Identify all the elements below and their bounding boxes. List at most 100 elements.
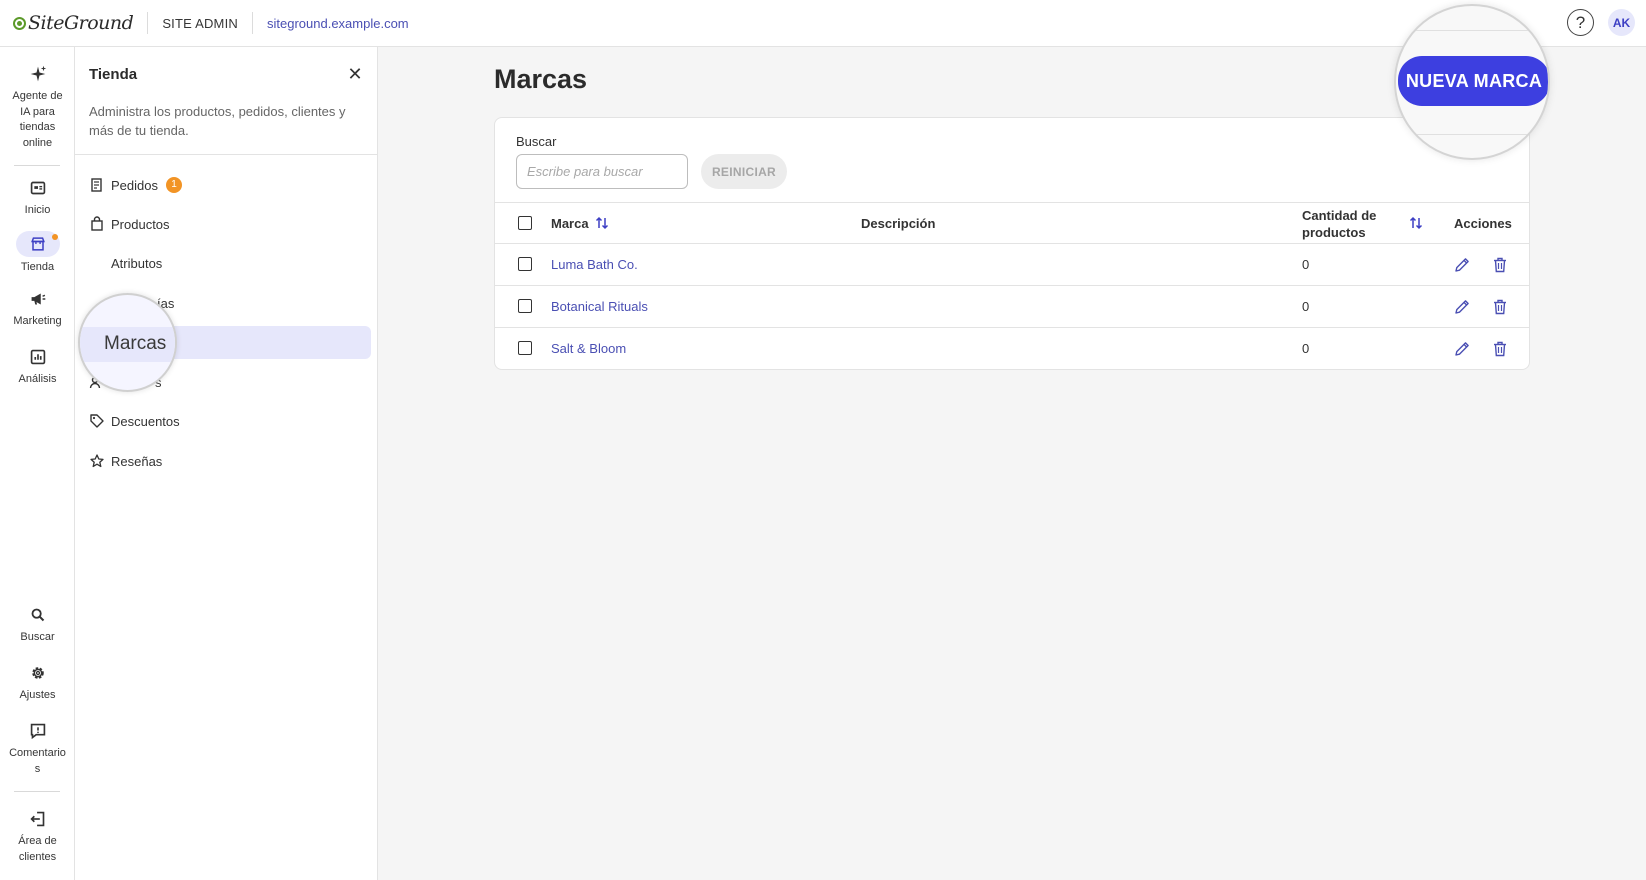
delete-trash-icon[interactable] [1491,340,1509,358]
menu-item-productos[interactable]: Productos [89,208,170,240]
select-all-checkbox[interactable] [518,216,532,230]
rail-item-label: Comentarios [9,747,66,775]
star-icon [90,454,104,468]
rail-item-label: Análisis [18,373,57,385]
comment-icon [30,723,45,740]
rail-divider [14,791,60,792]
brand-link[interactable]: Salt & Bloom [551,341,626,356]
panel-description: Administra los productos, pedidos, clien… [89,104,346,138]
magnifier-guide-line [1396,134,1548,135]
brands-card: Buscar REINICIAR Marca Descripción Canti… [494,117,1530,370]
table-row: Botanical Rituals 0 [495,286,1529,328]
header-divider [147,12,149,34]
logo-text: SiteGround [28,12,134,34]
rail-item-ajustes[interactable]: Ajustes [0,662,75,704]
rail-item-analisis[interactable]: Análisis [0,346,75,388]
rail-item-label: Ajustes [19,689,56,701]
rail-item-label: Buscar [20,631,55,643]
gear-icon [31,667,44,679]
receipt-icon [91,178,102,192]
site-url-link[interactable]: siteground.example.com [267,16,409,31]
search-icon [31,608,44,622]
menu-item-label: Descuentos [111,413,180,429]
orders-count-badge: 1 [165,177,182,193]
magnifier-marcas: Marcas [78,293,177,392]
rail-item-label: Área de clientes [18,835,57,863]
rail-item-buscar[interactable]: Buscar [0,604,75,646]
rail-item-marketing[interactable]: Marketing [0,288,75,330]
edit-pencil-icon[interactable] [1453,340,1471,358]
sparkle-icon [30,65,46,82]
product-count: 0 [1302,341,1310,356]
menu-item-label: Atributos [111,255,163,271]
panel-divider [75,154,378,155]
product-count: 0 [1302,299,1310,314]
tag-icon [90,414,104,428]
column-header-cantidad-line2: productos [1302,225,1366,240]
search-input[interactable] [516,154,688,189]
reset-button[interactable]: REINICIAR [701,154,787,189]
brand-link[interactable]: Botanical Rituals [551,299,648,314]
row-checkbox[interactable] [518,257,532,271]
store-panel: Tienda ✕ Administra los productos, pedid… [75,47,378,880]
siteground-logo[interactable]: SiteGround [13,12,134,34]
edit-pencil-icon[interactable] [1453,298,1471,316]
table-row: Luma Bath Co. 0 [495,244,1529,286]
top-header: SiteGround SITE ADMIN siteground.example… [0,0,1646,47]
menu-item-descuentos[interactable]: Descuentos [89,405,180,437]
search-label: Buscar [516,134,557,149]
row-checkbox[interactable] [518,299,532,313]
rail-item-label: Inicio [24,204,51,216]
rail-item-area-clientes[interactable]: Área de clientes [0,808,75,865]
rail-item-label: Marketing [13,315,62,327]
menu-item-label: Reseñas [111,453,163,469]
rail-item-tienda[interactable]: Tienda [0,231,75,276]
menu-item-label: Productos [111,216,170,232]
table-header: Marca Descripción Cantidad de productos … [495,202,1529,244]
rail-divider [14,165,60,166]
column-header-acciones: Acciones [1454,216,1512,231]
logo-mark-icon [13,16,26,30]
product-count: 0 [1302,257,1310,272]
panel-title: Tienda [89,66,138,83]
page-title: Marcas [494,64,588,94]
header-divider [252,12,253,34]
column-header-descripcion: Descripción [861,216,936,231]
column-header-marca[interactable]: Marca [551,216,589,231]
chart-icon [30,349,45,365]
new-brand-button[interactable]: NUEVA MARCA [1398,56,1548,106]
rail-item-inicio[interactable]: Inicio [0,177,75,219]
column-header-cantidad-line1: Cantidad de [1302,208,1377,223]
magnifier-guide-line [1396,30,1548,31]
menu-item-label: Pedidos [111,177,158,193]
edit-pencil-icon[interactable] [1453,256,1471,274]
rail-item-comentarios[interactable]: Comentarios [0,720,75,777]
rail-item-label: Agente de IA para tiendas online [12,90,63,149]
sort-icon[interactable] [1409,215,1423,231]
logout-icon [29,811,44,827]
brand-link[interactable]: Luma Bath Co. [551,257,638,272]
dashboard-icon [30,181,45,195]
delete-trash-icon[interactable] [1491,298,1509,316]
site-admin-label: SITE ADMIN [162,15,238,31]
column-header-cantidad[interactable]: Cantidad de productos [1302,207,1376,241]
sort-icon[interactable] [595,215,609,231]
close-icon[interactable]: ✕ [345,64,365,84]
active-pill [15,231,60,257]
rail-item-ai-agent[interactable]: Agente de IA para tiendas online [0,63,75,151]
help-icon[interactable]: ? [1567,9,1594,36]
menu-item-pedidos[interactable]: Pedidos 1 [89,169,182,201]
rail-item-label: Tienda [20,261,55,273]
menu-item-resenas[interactable]: Reseñas [89,445,162,477]
delete-trash-icon[interactable] [1491,256,1509,274]
magnified-menu-label[interactable]: Marcas [104,333,166,355]
icon-rail: Agente de IA para tiendas online Inicio … [0,47,75,880]
row-checkbox[interactable] [518,341,532,355]
magnifier-new-brand: NUEVA MARCA [1394,4,1550,160]
menu-item-atributos[interactable]: Atributos [111,247,162,279]
store-icon [30,237,45,251]
bag-icon [91,216,103,231]
user-avatar[interactable]: AK [1608,9,1635,36]
megaphone-icon [31,293,45,305]
table-row: Salt & Bloom 0 [495,328,1529,370]
